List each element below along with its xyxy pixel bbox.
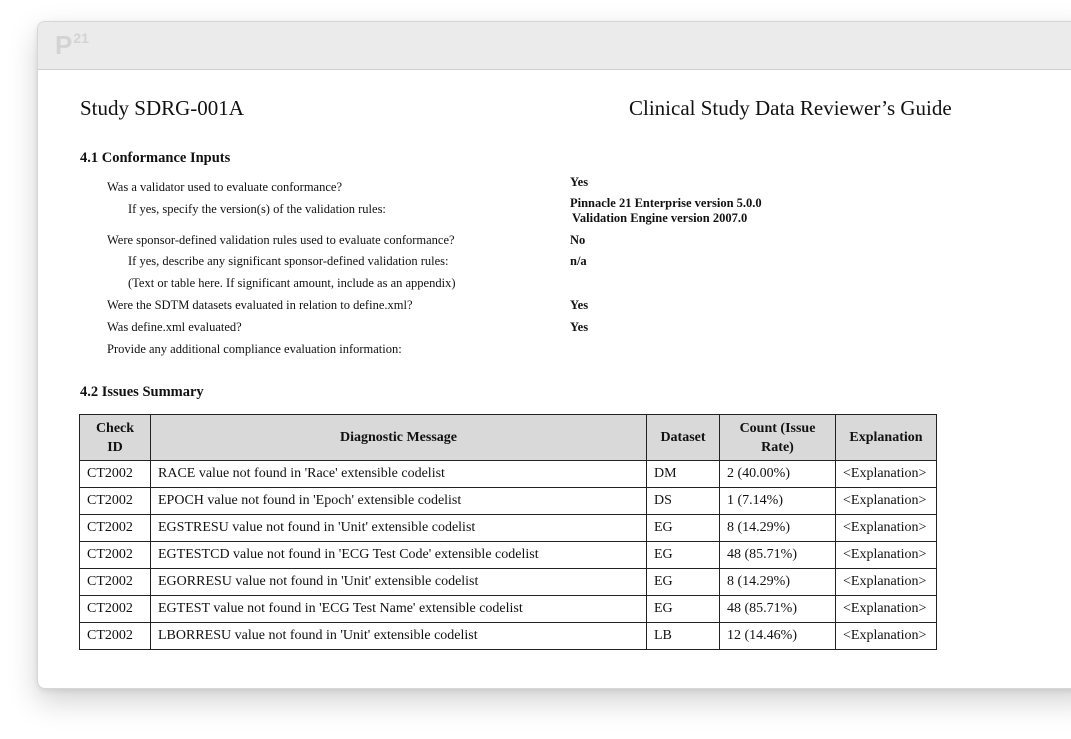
table-row: CT2002 LBORRESU value not found in 'Unit… [79, 622, 937, 650]
answer-sponsor-rules: No [570, 233, 586, 247]
question-sdtm-vs-define: Were the SDTM datasets evaluated in rela… [107, 298, 413, 312]
cell-count: 1 (7.14%) [719, 487, 836, 515]
question-define-evaluated: Was define.xml evaluated? [107, 320, 242, 334]
cell-check-id: CT2002 [79, 541, 151, 569]
cell-dataset: EG [646, 541, 720, 569]
issues-table: Check ID Diagnostic Message Dataset Count… [79, 414, 937, 650]
cell-check-id: CT2002 [79, 460, 151, 488]
answer-sdtm-vs-define: Yes [570, 298, 589, 312]
cell-message: EGORRESU value not found in 'Unit' exten… [150, 568, 647, 596]
table-row: CT2002 EGTEST value not found in 'ECG Te… [79, 595, 937, 623]
cell-check-id: CT2002 [79, 514, 151, 542]
cell-message: LBORRESU value not found in 'Unit' exten… [150, 622, 647, 650]
cell-check-id: CT2002 [79, 568, 151, 596]
cell-count: 8 (14.29%) [719, 568, 836, 596]
question-sponsor-rules-note: (Text or table here. If significant amou… [128, 276, 456, 290]
cell-explanation: <Explanation> [835, 514, 937, 542]
cell-message: EGTESTCD value not found in 'ECG Test Co… [150, 541, 647, 569]
cell-check-id: CT2002 [79, 595, 151, 623]
table-row: CT2002 EGORRESU value not found in 'Unit… [79, 568, 937, 596]
cell-explanation: <Explanation> [835, 460, 937, 488]
answer-define-evaluated: Yes [570, 320, 589, 334]
cell-check-id: CT2002 [79, 487, 151, 515]
cell-count: 48 (85.71%) [719, 541, 836, 569]
cell-message: RACE value not found in 'Race' extensibl… [150, 460, 647, 488]
question-validation-version: If yes, specify the version(s) of the va… [128, 202, 386, 216]
cell-message: EPOCH value not found in 'Epoch' extensi… [150, 487, 647, 515]
guide-title: Clinical Study Data Reviewer’s Guide [629, 96, 952, 120]
cell-message: EGTEST value not found in 'ECG Test Name… [150, 595, 647, 623]
cell-count: 12 (14.46%) [719, 622, 836, 650]
answer-version-line1: Pinnacle 21 Enterprise version 5.0.0 [570, 196, 762, 210]
answer-validator-used: Yes [570, 175, 589, 189]
header-explanation: Explanation [835, 414, 937, 461]
header-check-id: Check ID [79, 414, 151, 461]
answer-sponsor-rules-desc: n/a [570, 254, 587, 268]
cell-explanation: <Explanation> [835, 487, 937, 515]
study-title: Study SDRG-001A [80, 96, 244, 120]
cell-dataset: DM [646, 460, 720, 488]
table-row: CT2002 EGTESTCD value not found in 'ECG … [79, 541, 937, 569]
cell-explanation: <Explanation> [835, 541, 937, 569]
cell-dataset: EG [646, 514, 720, 542]
header-diagnostic-message: Diagnostic Message [150, 414, 647, 461]
cell-count: 2 (40.00%) [719, 460, 836, 488]
section-issues-summary-title: 4.2 Issues Summary [80, 384, 204, 400]
table-row: CT2002 RACE value not found in 'Race' ex… [79, 460, 937, 488]
cell-explanation: <Explanation> [835, 568, 937, 596]
cell-dataset: EG [646, 568, 720, 596]
document-page: Study SDRG-001A Clinical Study Data Revi… [38, 70, 1071, 688]
title-bar: P21 [38, 22, 1071, 70]
header-count: Count (Issue Rate) [719, 414, 836, 461]
answer-version-line2: Validation Engine version 2007.0 [572, 211, 748, 225]
section-conformance-inputs-title: 4.1 Conformance Inputs [80, 150, 231, 166]
cell-dataset: EG [646, 595, 720, 623]
question-sponsor-rules: Were sponsor-defined validation rules us… [107, 233, 455, 247]
cell-explanation: <Explanation> [835, 595, 937, 623]
question-sponsor-rules-desc: If yes, describe any significant sponsor… [128, 254, 449, 268]
question-additional-info: Provide any additional compliance evalua… [107, 342, 402, 356]
cell-message: EGSTRESU value not found in 'Unit' exten… [150, 514, 647, 542]
question-validator-used: Was a validator used to evaluate conform… [107, 180, 342, 194]
cell-check-id: CT2002 [79, 622, 151, 650]
pinnacle21-logo: P21 [55, 30, 89, 60]
cell-count: 8 (14.29%) [719, 514, 836, 542]
cell-dataset: DS [646, 487, 720, 515]
cell-explanation: <Explanation> [835, 622, 937, 650]
table-row: CT2002 EGSTRESU value not found in 'Unit… [79, 514, 937, 542]
cell-count: 48 (85.71%) [719, 595, 836, 623]
header-dataset: Dataset [646, 414, 720, 461]
table-header-row: Check ID Diagnostic Message Dataset Count… [79, 414, 937, 461]
app-window: P21 Study SDRG-001A Clinical Study Data … [37, 21, 1071, 689]
cell-dataset: LB [646, 622, 720, 650]
table-row: CT2002 EPOCH value not found in 'Epoch' … [79, 487, 937, 515]
